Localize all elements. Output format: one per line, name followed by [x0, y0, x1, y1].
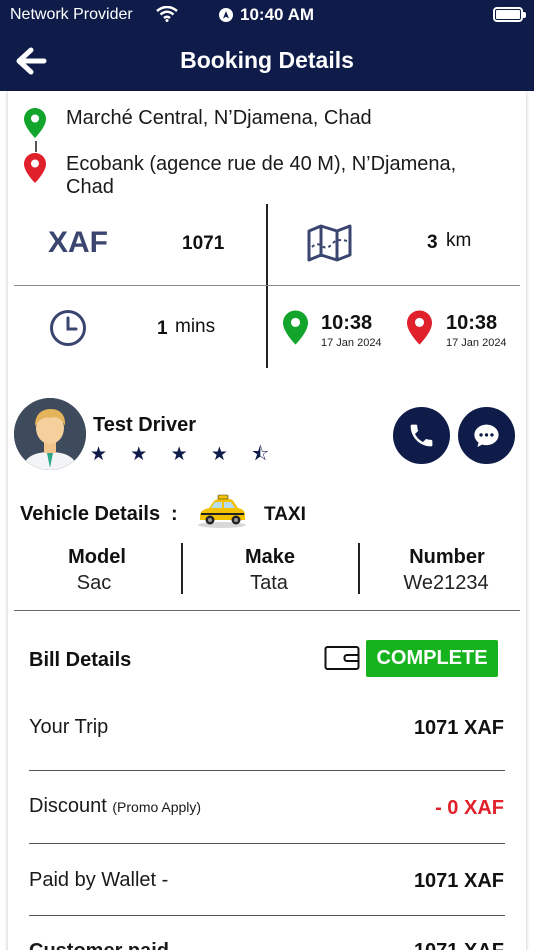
- fare-currency: XAF: [48, 226, 108, 259]
- bill-details-title: Bill Details: [29, 649, 132, 671]
- carrier-name: Network Provider: [10, 6, 133, 23]
- wifi-icon: [156, 5, 178, 27]
- discount-value: - 0 XAF: [435, 797, 504, 819]
- location-arrow-icon: [219, 8, 233, 27]
- bill-row-divider: [29, 843, 505, 844]
- call-driver-button[interactable]: [393, 407, 450, 464]
- vehicle-details-colon: :: [171, 503, 178, 525]
- bill-row-label: Customer paid: [29, 940, 169, 950]
- grid-divider-horizontal: [14, 285, 520, 286]
- drop-date: 17 Jan 2024: [446, 337, 507, 349]
- nav-bar: Booking Details: [0, 30, 534, 91]
- bill-row-divider: [29, 770, 505, 771]
- battery-icon: [493, 7, 526, 22]
- pickup-time-pin-icon: [283, 310, 308, 350]
- route-connector: [35, 141, 37, 152]
- bill-row-value: 1071 XAF: [413, 717, 504, 739]
- bill-row-label: Your Trip: [29, 716, 109, 738]
- bill-row-value: 1071 XAF: [414, 940, 504, 950]
- section-divider: [14, 610, 520, 611]
- distance-unit: km: [446, 230, 472, 251]
- grid-divider-vertical: [266, 204, 268, 368]
- chat-driver-button[interactable]: [458, 407, 515, 464]
- dropoff-address-line1: Ecobank (agence rue de 40 M), N’Djamena,: [66, 153, 457, 175]
- pickup-time: 10:38: [321, 312, 373, 334]
- number-label: Number: [409, 546, 485, 568]
- driver-rating-stars: ★ ★ ★ ★ ⯪: [90, 444, 279, 465]
- vehicle-details-label: Vehicle Details: [20, 503, 161, 525]
- status-badge: COMPLETE: [366, 640, 498, 677]
- wallet-icon: [324, 644, 360, 677]
- drop-time-pin-icon: [407, 310, 432, 350]
- taxi-icon: [196, 492, 248, 535]
- model-label: Model: [68, 546, 126, 568]
- bill-row-value: 1071 XAF: [413, 870, 504, 892]
- pickup-address: Marché Central, N’Djamena, Chad: [66, 107, 372, 129]
- driver-name: Test Driver: [93, 414, 197, 436]
- bill-row-label: Discount (Promo Apply): [29, 795, 202, 817]
- vehicle-type: TAXI: [264, 504, 306, 525]
- status-bar: Network Provider 10:40 AM: [0, 0, 534, 30]
- driver-avatar: [14, 398, 86, 470]
- clock-time: 10:40 AM: [240, 5, 315, 24]
- map-icon: [307, 224, 352, 267]
- number-value: We21234: [403, 572, 489, 594]
- make-label: Make: [244, 546, 296, 568]
- pickup-date: 17 Jan 2024: [321, 337, 382, 349]
- model-value: Sac: [76, 572, 112, 594]
- fare-amount: 1071: [182, 233, 225, 254]
- dropoff-address-line2: Chad: [66, 176, 114, 198]
- drop-time: 10:38: [446, 312, 498, 334]
- duration-value: 1: [157, 318, 168, 339]
- page-title: Booking Details: [180, 47, 354, 73]
- spec-divider-2: [358, 543, 360, 594]
- duration-unit: mins: [175, 316, 216, 337]
- bill-row-label: Paid by Wallet -: [29, 869, 169, 891]
- spec-divider-1: [181, 543, 183, 594]
- bill-row-divider: [29, 915, 505, 916]
- clock-icon: [49, 309, 87, 352]
- promo-note: (Promo Apply): [112, 799, 202, 815]
- make-value: Tata: [250, 572, 288, 594]
- pickup-pin-icon: [24, 108, 46, 143]
- drop-pin-icon: [24, 153, 46, 188]
- distance-value: 3: [427, 232, 438, 253]
